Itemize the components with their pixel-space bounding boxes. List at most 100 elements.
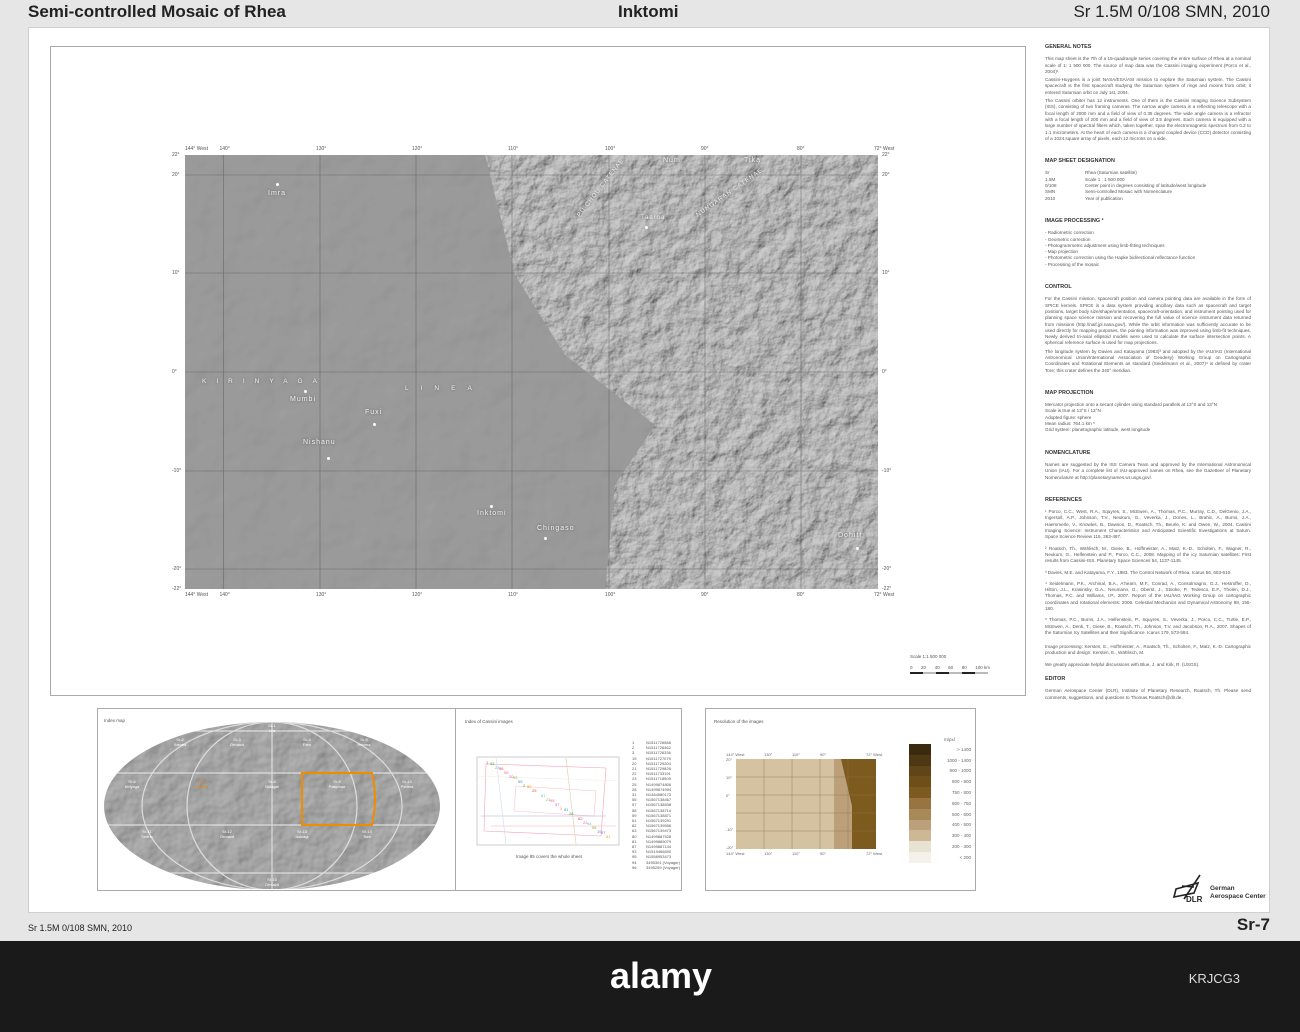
mosaic-map[interactable] bbox=[185, 155, 878, 589]
footprint-label: 93 bbox=[513, 775, 518, 780]
resolution-map: 144° West144° West130°130°110°110°90°90°… bbox=[726, 752, 883, 856]
watermark-image-id: KRJCG3 bbox=[1188, 971, 1240, 986]
feature-label-nishanu: Nishanu bbox=[303, 439, 336, 446]
reference-entry: ⁵ Thomas, P.C., Burns, J.A., Helfenstein… bbox=[1045, 617, 1251, 635]
longitude-tick: 72° West bbox=[874, 592, 895, 598]
footprint-label: 2 bbox=[523, 783, 526, 788]
resolution-lon-tick: 72° West bbox=[866, 851, 883, 856]
latitude-tick: 20° bbox=[882, 172, 890, 178]
latitude-tick: -20° bbox=[882, 566, 892, 572]
control: CONTROL For the Cassini mission, spacecr… bbox=[1045, 284, 1251, 374]
longitude-tick: 120° bbox=[412, 592, 423, 598]
footprint-label: 63 bbox=[490, 761, 495, 766]
longitude-tick: 144° West bbox=[185, 592, 209, 598]
latitude-tick: -22° bbox=[882, 586, 892, 592]
map-projection: MAP PROJECTION Mercator projection onto … bbox=[1045, 390, 1251, 434]
longitude-tick: 90° bbox=[701, 146, 709, 152]
feature-label-kirinyaga: KIRINYAGA bbox=[202, 378, 327, 385]
crater-marker bbox=[490, 505, 493, 508]
section-heading: NOMENCLATURE bbox=[1045, 449, 1091, 456]
legend-label: 200 - 300 bbox=[951, 844, 971, 850]
index-map-globe[interactable]: Sr-1 UlaSr-2 XambaSr-3 OrmazdSr-4 FaroSr-5 Ha… bbox=[102, 721, 442, 889]
crater-marker bbox=[276, 183, 279, 186]
footprint-label: 96 bbox=[499, 766, 504, 771]
footprint-label: 58 bbox=[592, 825, 597, 830]
longitude-tick: 80° bbox=[797, 146, 805, 152]
legend-class: 1000 - 1400 bbox=[909, 754, 971, 766]
legend-swatch bbox=[909, 819, 931, 831]
resolution-lon-tick: 144° West bbox=[726, 851, 745, 856]
section-heading: MAP PROJECTION bbox=[1045, 389, 1094, 396]
quadrangle-name: Inktomi bbox=[618, 2, 679, 21]
section-heading: MAP SHEET DESIGNATION bbox=[1045, 158, 1115, 165]
resolution-lon-tick: 90° bbox=[820, 851, 826, 856]
legend-unit: m/pxl bbox=[944, 737, 955, 742]
panel-title: Index of Cassini images bbox=[465, 719, 513, 724]
legend-swatch bbox=[909, 808, 931, 820]
section-heading: CONTROL bbox=[1045, 284, 1072, 291]
image-list-row: 96 3495259 (Voyager) bbox=[632, 865, 680, 870]
longitude-tick: 80° bbox=[797, 592, 805, 598]
section-heading: EDITOR bbox=[1045, 676, 1066, 683]
index-sheet-label[interactable]: Sr-13 Izanagi bbox=[296, 829, 309, 839]
legend-class: 200 - 300 bbox=[909, 841, 971, 852]
legend-swatch bbox=[909, 830, 931, 842]
footprint-label: 59 bbox=[504, 770, 509, 775]
footprint-label: 95 bbox=[550, 798, 555, 803]
legend-class: 500 - 600 bbox=[909, 808, 971, 820]
note-paragraph: German Aerospace Center (DLR), Institute… bbox=[1045, 688, 1251, 700]
scale-tick: 80 bbox=[961, 665, 967, 670]
mosaic-image bbox=[185, 155, 878, 589]
resolution-lon-tick: 110° bbox=[792, 851, 800, 856]
references: REFERENCES ¹ Porco, C.C., West, R.A., Sq… bbox=[1045, 497, 1251, 668]
latitude-tick: -22° bbox=[172, 586, 182, 592]
footprint-caption: Image 85 covers the whole sheet bbox=[516, 854, 583, 859]
longitude-tick: 144° West bbox=[185, 146, 209, 152]
longitude-tick: 100° bbox=[605, 592, 616, 598]
resolution-lat-tick: 20° bbox=[726, 757, 732, 762]
image-number: 96 bbox=[632, 864, 637, 870]
resolution-lat-tick: 0° bbox=[726, 793, 730, 798]
legend-label: > 1400 bbox=[957, 746, 971, 752]
legend-label: 600 - 750 bbox=[951, 800, 971, 806]
cassini-index-panel: Index of Cassini images 1 2 3 19 20 21 22 23 25 2… bbox=[455, 708, 682, 891]
processing-step: - Processing of the mosaic bbox=[1045, 261, 1100, 267]
latitude-tick: 20° bbox=[172, 172, 180, 178]
legend-class: < 200 bbox=[909, 851, 971, 863]
projection-line: Grid system: planetographic latitude, we… bbox=[1045, 427, 1151, 433]
image-id: 3495259 (Voyager) bbox=[646, 864, 681, 870]
footprint-label: 87 bbox=[601, 830, 606, 835]
legend-label: 800 - 900 bbox=[951, 779, 971, 785]
resolution-lat-tick: -20° bbox=[726, 845, 734, 850]
longitude-tick: 100° bbox=[605, 146, 616, 152]
longitude-tick: 130° bbox=[316, 592, 327, 598]
legend-label: 750 - 800 bbox=[951, 790, 971, 796]
watermark-bar: alamy KRJCG3 bbox=[0, 941, 1300, 1032]
index-sheet-label[interactable]: Sr-4 Faro bbox=[303, 737, 312, 747]
designation-code: 2010 bbox=[1045, 195, 1056, 201]
crater-marker bbox=[856, 547, 859, 550]
legend-label: < 200 bbox=[959, 854, 971, 860]
panel-title: Resolution of the images bbox=[714, 719, 764, 724]
cassini-image-list: 1 N1511726588 2 N1511726462 3 N1511726336 19 N1… bbox=[632, 740, 680, 870]
footprint-label: 62 bbox=[578, 816, 583, 821]
crater-marker bbox=[373, 423, 376, 426]
feature-label-chingaso: Chingaso bbox=[537, 525, 575, 532]
latitude-tick: -10° bbox=[882, 468, 892, 474]
footprint-label: 28 bbox=[569, 811, 574, 816]
legend-swatch bbox=[909, 776, 931, 788]
org-line: Aerospace Center bbox=[1210, 893, 1266, 900]
note-paragraph: Names are suggested by the ISS Camera Te… bbox=[1045, 461, 1251, 480]
crater-marker bbox=[304, 390, 307, 393]
scale-bar bbox=[910, 672, 988, 674]
longitude-tick: 140° bbox=[219, 592, 230, 598]
legend-label: 400 - 500 bbox=[951, 822, 971, 828]
latitude-tick: 22° bbox=[882, 152, 890, 158]
scale-title: Scale 1:1 500 000 bbox=[910, 654, 947, 659]
legend-swatch bbox=[909, 851, 931, 863]
footer-designation: Sr 1.5M 0/108 SMN, 2010 bbox=[28, 923, 133, 933]
latitude-tick: -20° bbox=[172, 566, 182, 572]
legend-class: 750 - 800 bbox=[909, 787, 971, 798]
index-sheet-label[interactable]: Sr-11 Sedna bbox=[141, 829, 153, 839]
legend-swatch bbox=[909, 754, 931, 766]
